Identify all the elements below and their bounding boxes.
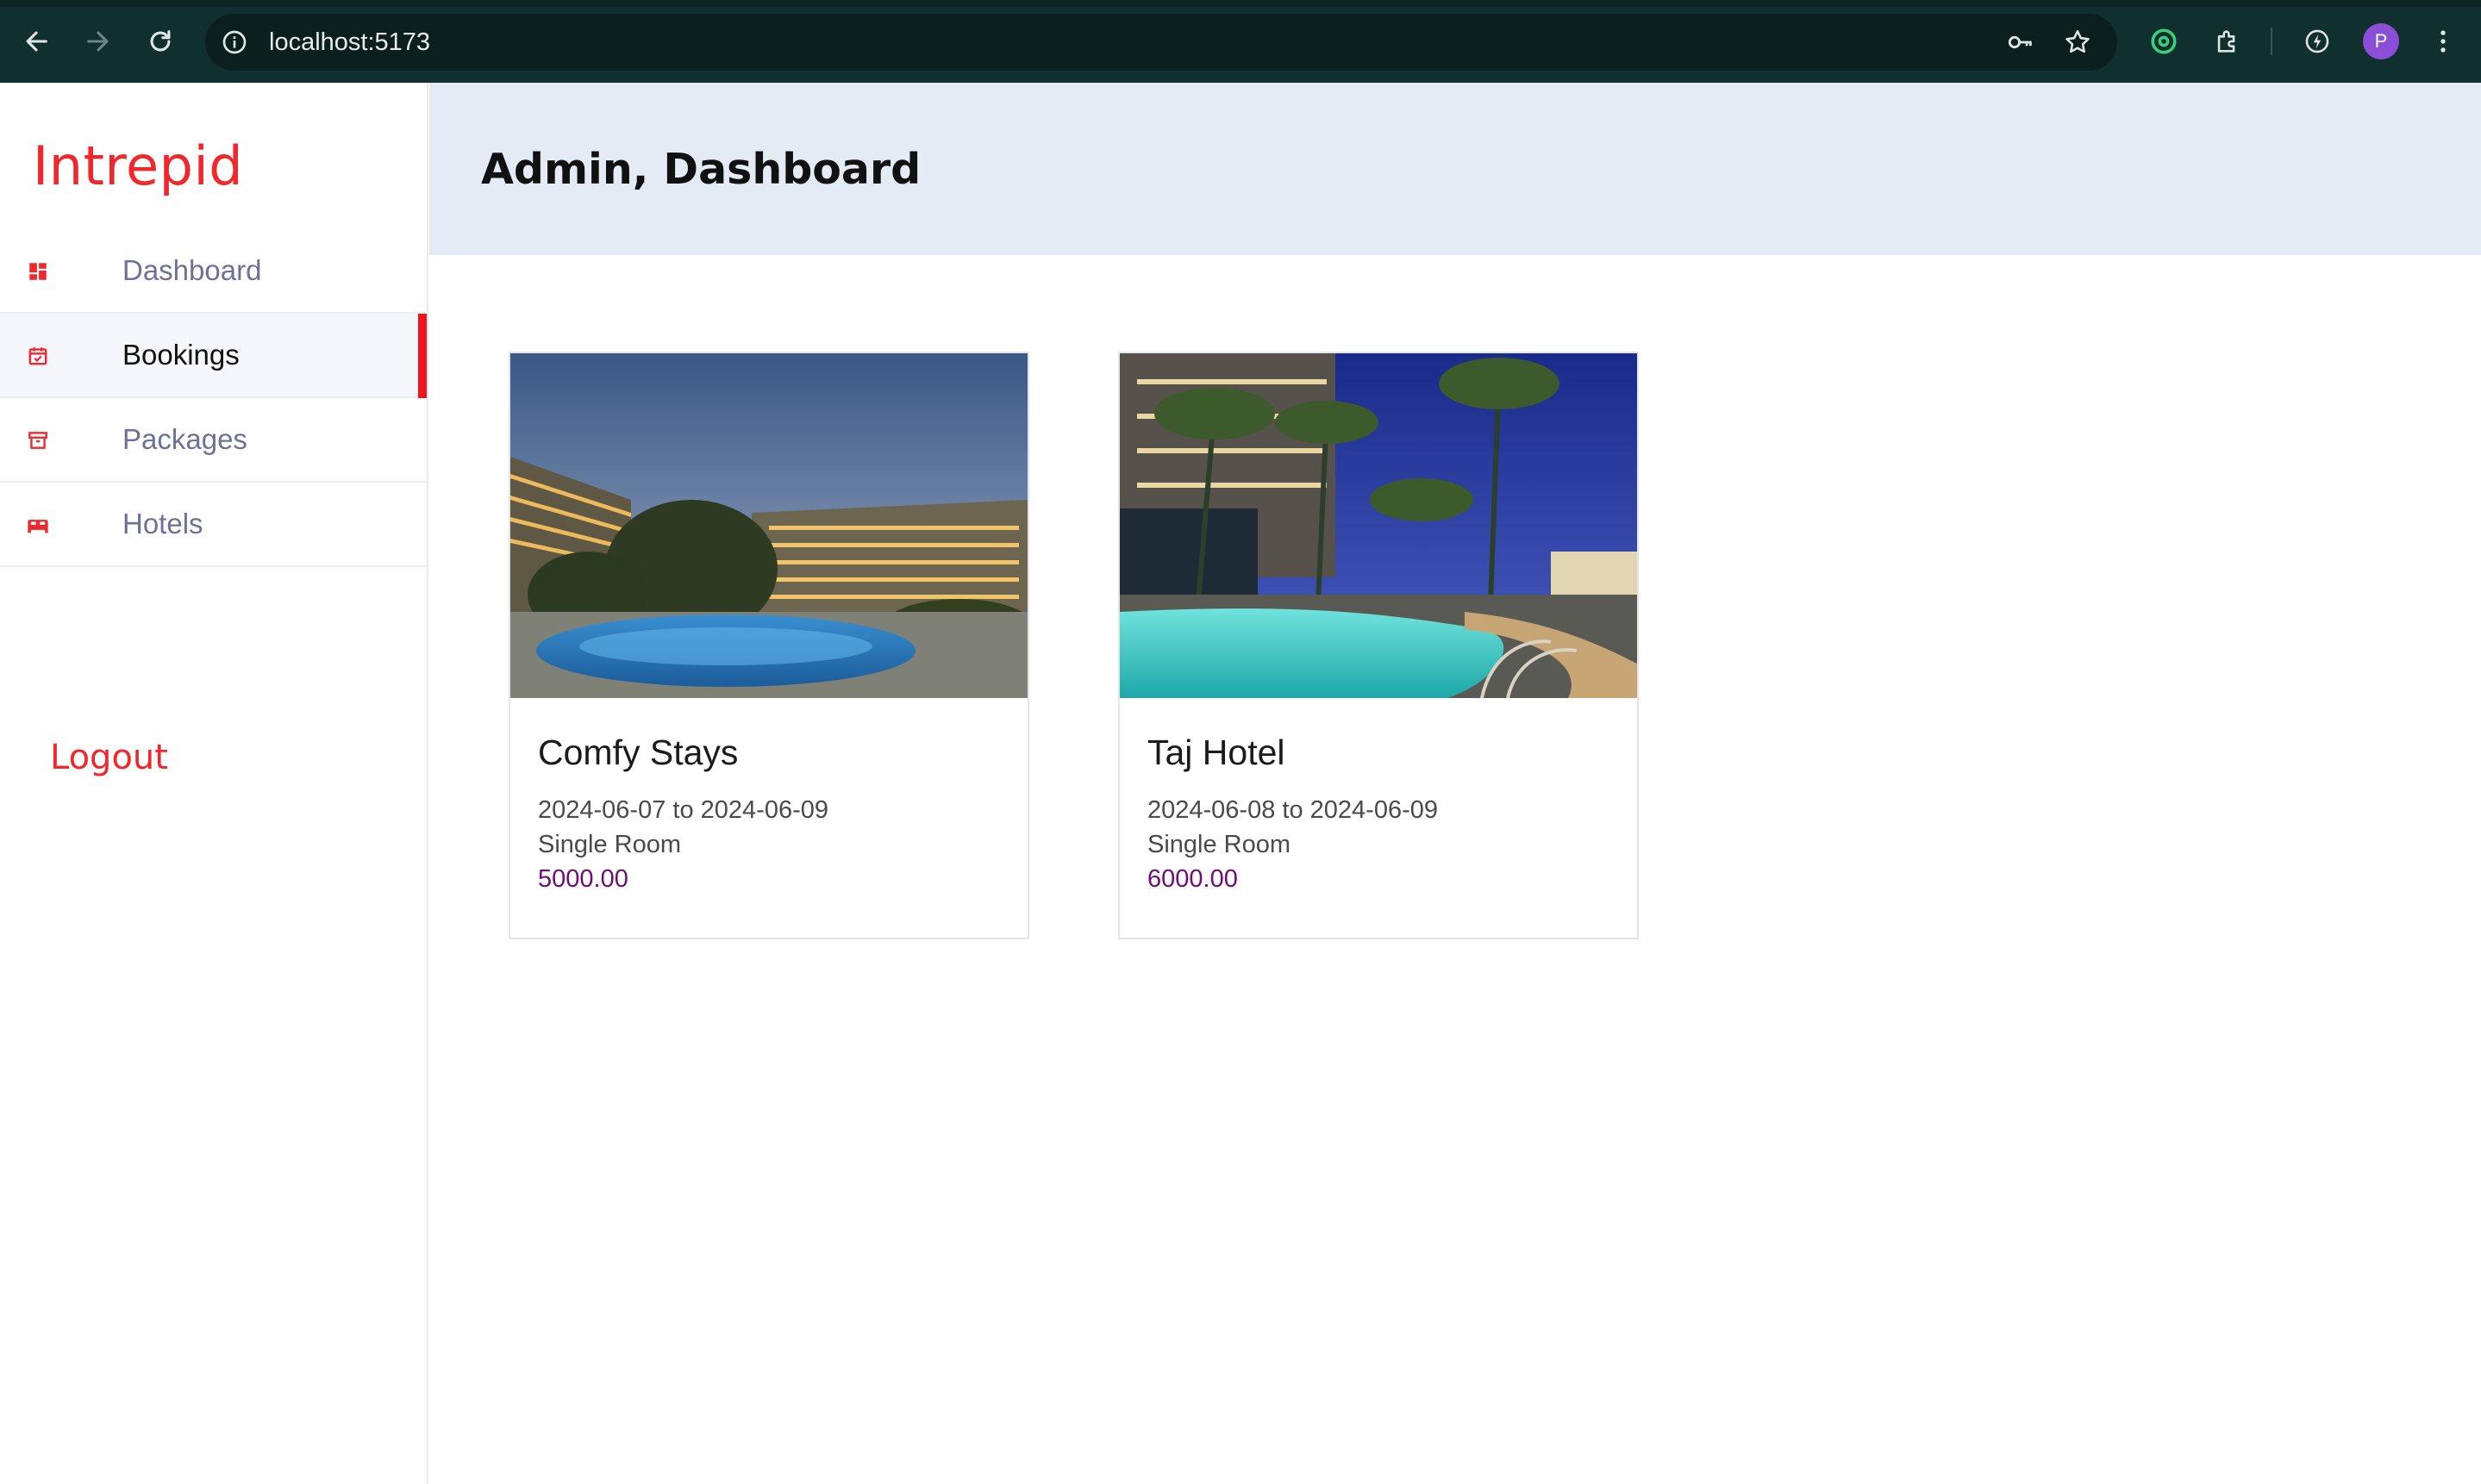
site-info-icon[interactable] [217, 25, 252, 59]
hotel-photo [1120, 353, 1637, 698]
page-header: Admin, Dashboard [429, 83, 2481, 255]
toolbar-divider [2271, 28, 2272, 55]
room-type: Single Room [1147, 831, 1291, 858]
hotel-photo [510, 353, 1028, 698]
back-arrow-icon[interactable] [14, 19, 59, 64]
address-bar[interactable]: localhost:5173 [205, 14, 2117, 71]
profile-avatar[interactable]: P [2363, 23, 2399, 59]
dashboard-icon [26, 259, 50, 284]
sidebar-item-label: Dashboard [122, 254, 262, 286]
kebab-menu-icon[interactable] [2421, 19, 2465, 64]
sidebar-nav: Dashboard Bookings Packages Hotels [0, 229, 427, 567]
sidebar-item-label: Hotels [122, 508, 203, 539]
sidebar-item-label: Bookings [122, 339, 240, 371]
browser-toolbar: localhost:5173 P [0, 0, 2481, 83]
forward-arrow-icon[interactable] [76, 19, 121, 64]
sidebar-item-hotels[interactable]: Hotels [0, 483, 427, 567]
page-title: Admin, Dashboard [481, 145, 922, 194]
sidebar-item-bookings[interactable]: Bookings [0, 314, 427, 398]
booking-price: 5000.00 [538, 865, 628, 893]
booking-dates: 2024-06-08 to 2024-06-09 [1147, 796, 1438, 824]
extensions-puzzle-icon[interactable] [2205, 19, 2250, 64]
room-type: Single Room [538, 831, 682, 858]
tab-strip-edge [0, 0, 2481, 7]
performance-icon[interactable] [2295, 19, 2340, 64]
sidebar-item-dashboard[interactable]: Dashboard [0, 229, 427, 314]
logout-button[interactable]: Logout [50, 738, 168, 777]
sidebar-item-label: Packages [122, 423, 247, 455]
password-key-icon[interactable] [2003, 25, 2038, 59]
brand-logo-text[interactable]: Intrepid [33, 134, 243, 197]
archive-box-icon [26, 428, 50, 452]
sidebar: Intrepid Dashboard Bookings Packages Hot… [0, 83, 428, 1484]
booking-card[interactable]: Taj Hotel 2024-06-08 to 2024-06-09 Singl… [1118, 352, 1639, 939]
hotel-name: Taj Hotel [1147, 733, 1285, 772]
reload-icon[interactable] [138, 19, 183, 64]
hotel-name: Comfy Stays [538, 733, 739, 772]
bed-icon [26, 513, 50, 537]
sidebar-item-packages[interactable]: Packages [0, 398, 427, 483]
bookmark-star-icon[interactable] [2060, 25, 2095, 59]
booking-card[interactable]: Comfy Stays 2024-06-07 to 2024-06-09 Sin… [509, 352, 1029, 939]
url-text[interactable]: localhost:5173 [269, 28, 430, 57]
booking-price: 6000.00 [1147, 865, 1238, 893]
extension-green-icon[interactable] [2141, 19, 2186, 64]
booking-dates: 2024-06-07 to 2024-06-09 [538, 796, 828, 824]
calendar-check-icon [26, 344, 50, 368]
